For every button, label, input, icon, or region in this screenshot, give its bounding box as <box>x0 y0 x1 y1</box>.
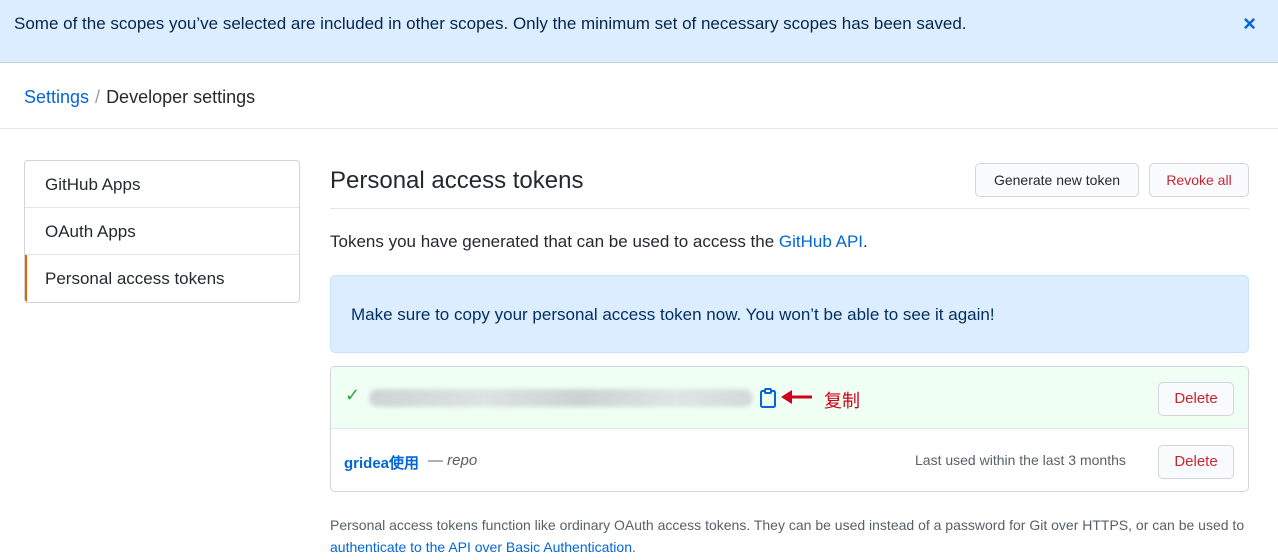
copy-annotation: 复制 <box>824 391 860 412</box>
menu-item-personal-access-tokens[interactable]: Personal access tokens <box>25 255 299 302</box>
intro-prefix: Tokens you have generated that can be us… <box>330 232 779 251</box>
delete-new-token-button[interactable]: Delete <box>1158 382 1234 416</box>
breadcrumb-settings-link[interactable]: Settings <box>24 87 89 107</box>
notice-text: Make sure to copy your personal access t… <box>351 305 995 324</box>
check-icon: ✓ <box>345 385 361 405</box>
token-scope-dash: — <box>428 452 448 469</box>
breadcrumb: Settings / Developer settings <box>24 87 255 108</box>
intro-suffix: . <box>863 232 868 251</box>
menu-item-github-apps[interactable]: GitHub Apps <box>25 161 299 208</box>
flash-message: Some of the scopes you’ve selected are i… <box>14 14 967 33</box>
token-list: ✓ 复制 Delete gridea使用 — repo Last used wi… <box>330 366 1249 492</box>
header-divider <box>0 128 1278 129</box>
last-used-text: Last used within the last 3 months <box>915 452 1126 468</box>
generate-new-token-button[interactable]: Generate new token <box>975 163 1139 197</box>
blurred-token-value <box>369 389 753 407</box>
footer-prefix: Personal access tokens function like ord… <box>330 517 1245 533</box>
github-api-link[interactable]: GitHub API <box>779 232 863 251</box>
page-title: Personal access tokens <box>330 167 584 194</box>
basic-auth-link[interactable]: authenticate to the API over Basic Authe… <box>330 539 632 555</box>
flash-banner: Some of the scopes you’ve selected are i… <box>0 0 1278 63</box>
token-scope: — repo <box>428 452 477 469</box>
new-token-row: ✓ 复制 Delete <box>331 367 1248 429</box>
footer-note: Personal access tokens function like ord… <box>330 514 1249 558</box>
revoke-all-button[interactable]: Revoke all <box>1149 163 1249 197</box>
close-icon[interactable]: × <box>1243 12 1256 36</box>
delete-token-button[interactable]: Delete <box>1158 445 1234 479</box>
breadcrumb-separator: / <box>95 87 101 107</box>
breadcrumb-current: Developer settings <box>106 87 256 107</box>
token-name-link[interactable]: gridea使用 <box>344 452 419 473</box>
menu-item-oauth-apps[interactable]: OAuth Apps <box>25 208 299 255</box>
token-scope-value: repo <box>447 452 478 469</box>
arrow-left-icon <box>781 390 812 404</box>
intro-text: Tokens you have generated that can be us… <box>330 232 868 252</box>
footer-suffix: . <box>631 539 636 555</box>
clipboard-icon[interactable] <box>759 388 777 408</box>
title-divider <box>330 208 1249 209</box>
developer-settings-menu: GitHub Apps OAuth Apps Personal access t… <box>24 160 300 303</box>
copy-token-notice: Make sure to copy your personal access t… <box>330 275 1249 353</box>
token-row: gridea使用 — repo Last used within the las… <box>331 430 1248 491</box>
